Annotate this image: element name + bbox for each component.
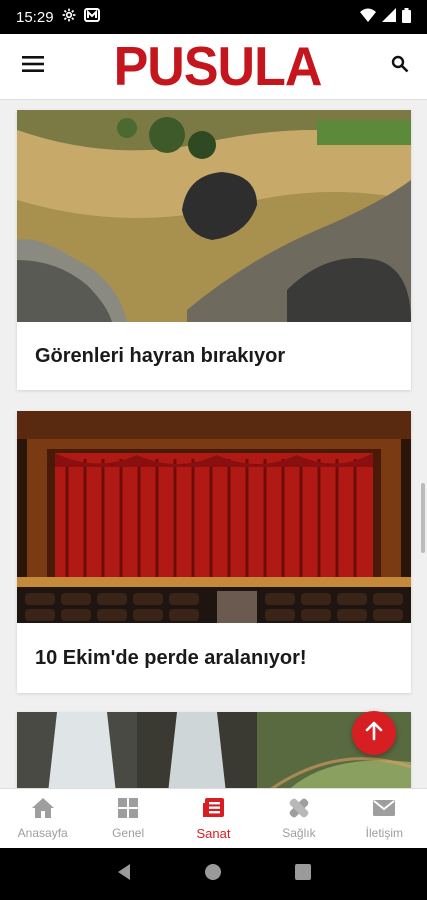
- settings-icon: [62, 8, 76, 26]
- battery-icon: [402, 7, 411, 27]
- scrollbar-thumb[interactable]: [421, 483, 425, 553]
- news-card[interactable]: 10 Ekim'de perde aralanıyor!: [17, 411, 411, 693]
- news-image-theater: [17, 411, 411, 623]
- scroll-top-button[interactable]: [352, 711, 396, 755]
- nav-item-genel[interactable]: Genel: [85, 789, 170, 848]
- clock: 15:29: [16, 8, 54, 26]
- news-feed[interactable]: Görenleri hayran bırakıyor 10 Ekim'de pe…: [0, 100, 427, 788]
- news-card[interactable]: [17, 712, 411, 788]
- news-title[interactable]: Görenleri hayran bırakıyor: [17, 322, 411, 390]
- recents-icon[interactable]: [294, 863, 311, 885]
- newspaper-icon: [202, 797, 226, 822]
- home-icon: [31, 797, 55, 822]
- menu-icon[interactable]: [22, 55, 44, 78]
- home-circle-icon[interactable]: [204, 863, 222, 886]
- search-icon[interactable]: [391, 55, 409, 78]
- nav-label: İletişim: [365, 826, 403, 840]
- arrow-up-icon: [363, 720, 385, 747]
- app-bar: PUSULA: [0, 34, 427, 100]
- brand-logo[interactable]: PUSULA: [114, 39, 323, 94]
- signal-icon: [382, 8, 396, 26]
- nav-item-saglik[interactable]: Sağlık: [256, 789, 341, 848]
- nav-label: Genel: [112, 826, 145, 840]
- status-bar: 15:29: [0, 0, 427, 34]
- news-title[interactable]: 10 Ekim'de perde aralanıyor!: [17, 623, 411, 693]
- wifi-icon: [360, 8, 376, 26]
- nav-label: Sağlık: [282, 826, 316, 840]
- grid-icon: [116, 797, 140, 822]
- bottom-nav: Anasayfa Genel Sanat Sağlık İletişim: [0, 788, 427, 848]
- system-nav-bar: [0, 848, 427, 900]
- nav-item-anasayfa[interactable]: Anasayfa: [0, 789, 85, 848]
- bandage-icon: [287, 797, 311, 822]
- back-icon[interactable]: [116, 863, 132, 886]
- mail-icon: [372, 797, 396, 822]
- nav-label: Sanat: [196, 825, 231, 841]
- news-image-waterfall: [17, 712, 411, 788]
- news-image-landscape: [17, 110, 411, 322]
- app-notification-icon: [83, 8, 100, 26]
- nav-label: Anasayfa: [17, 826, 68, 840]
- news-card[interactable]: Görenleri hayran bırakıyor: [17, 110, 411, 390]
- nav-item-iletisim[interactable]: İletişim: [342, 789, 427, 848]
- nav-item-sanat[interactable]: Sanat: [171, 789, 256, 848]
